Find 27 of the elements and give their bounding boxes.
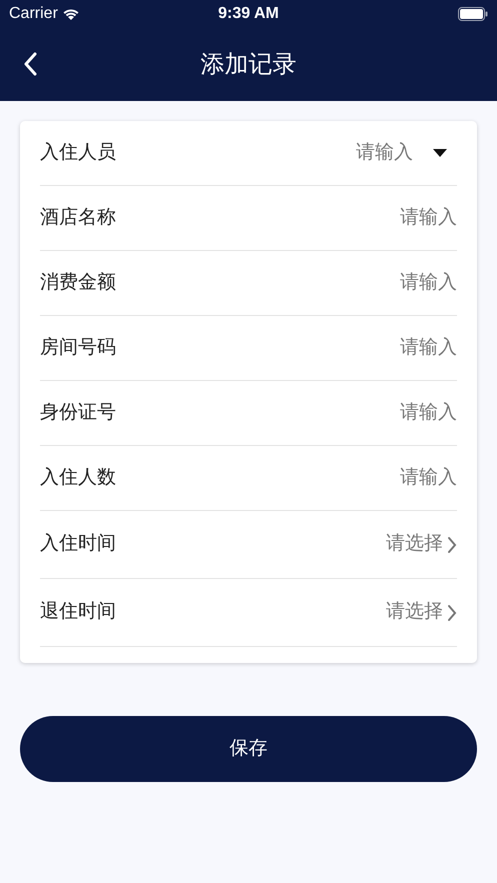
select-control[interactable]: 请选择 xyxy=(386,530,457,559)
input-field[interactable]: 请输入 xyxy=(116,268,457,298)
field-label: 身份证号 xyxy=(40,400,116,425)
chevron-right-icon xyxy=(447,536,457,554)
field-label: 酒店名称 xyxy=(40,206,116,230)
field-label: 入住人数 xyxy=(40,466,116,490)
carrier-name: Carrier xyxy=(9,4,58,24)
status-time: 9:39 AM xyxy=(218,4,279,24)
input-field[interactable]: 请输入 xyxy=(116,204,457,232)
input-field[interactable]: 请输入 xyxy=(116,334,457,362)
save-button[interactable]: 保存 xyxy=(20,716,477,782)
field-label: 消费金额 xyxy=(40,270,116,295)
field-label: 房间号码 xyxy=(40,336,116,360)
input-field[interactable]: 请输入 xyxy=(116,398,457,428)
field-label: 入住人员 xyxy=(40,140,116,165)
battery-icon xyxy=(458,7,488,21)
select-control[interactable]: 请选择 xyxy=(386,598,457,627)
field-label: 入住时间 xyxy=(40,532,116,556)
caret-icon xyxy=(433,149,447,157)
back-icon xyxy=(23,52,37,76)
dropdown-button[interactable] xyxy=(433,148,447,158)
wifi-icon xyxy=(62,7,80,21)
page-title: 添加记录 xyxy=(200,50,296,80)
input-field[interactable]: 请输入 xyxy=(116,464,457,492)
chevron-right-icon xyxy=(447,604,457,622)
input-field[interactable]: 请输入 xyxy=(116,138,413,168)
field-label: 退住时间 xyxy=(40,600,116,624)
